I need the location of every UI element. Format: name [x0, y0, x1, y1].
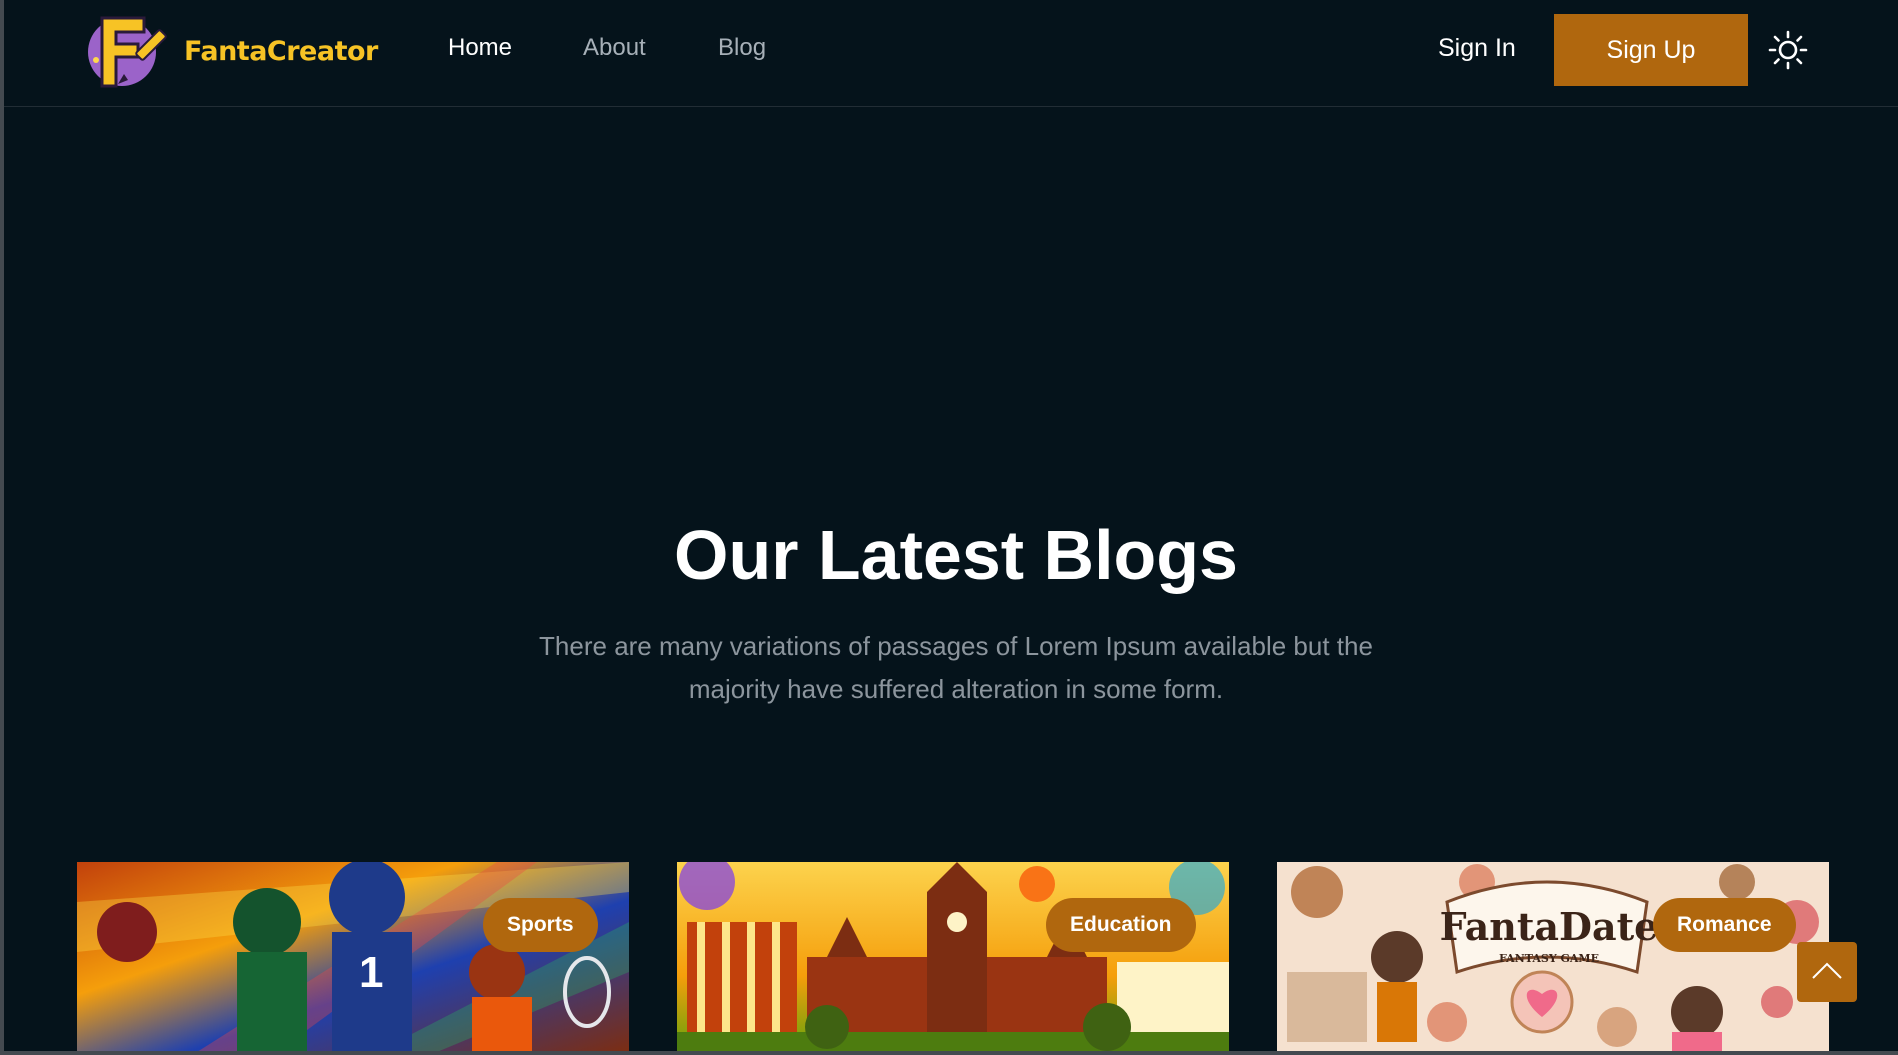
image-subtitle-text: FANTASY GAME — [1499, 952, 1599, 965]
nav-blog-link[interactable]: Blog — [718, 34, 766, 62]
scroll-to-top-button[interactable] — [1797, 942, 1857, 1002]
chevron-up-icon — [1812, 962, 1842, 979]
blog-card-romance[interactable]: FantaDate FANTASY GAME Romance — [1277, 862, 1829, 1051]
svg-text:1: 1 — [359, 948, 383, 997]
theme-toggle-button[interactable] — [1768, 30, 1808, 70]
sign-up-button[interactable]: Sign Up — [1554, 14, 1748, 86]
blog-card-education[interactable]: Education — [677, 862, 1229, 1051]
blog-card-sports[interactable]: 1 Sports — [77, 862, 629, 1051]
logo-icon — [88, 16, 167, 88]
sign-in-link[interactable]: Sign In — [1438, 34, 1516, 63]
sun-icon — [1768, 30, 1808, 70]
site-header: FantaCreator Home About Blog Sign In Sig… — [4, 0, 1898, 107]
sports-collage-image: 1 — [77, 862, 629, 1051]
brand-logo[interactable]: FantaCreator — [82, 10, 378, 92]
brand-name: FantaCreator — [184, 35, 378, 67]
category-badge: Romance — [1653, 898, 1796, 952]
blogs-section-subtitle: There are many variations of passages of… — [539, 631, 1373, 704]
fantadate-collage-image: FantaDate FANTASY GAME — [1277, 862, 1829, 1051]
category-badge: Sports — [483, 898, 598, 952]
university-campus-image — [677, 862, 1229, 1051]
image-title-text: FantaDate — [1440, 904, 1659, 949]
page-frame: FantaCreator Home About Blog Sign In Sig… — [0, 0, 1898, 1055]
blogs-section-title: Our Latest Blogs — [674, 516, 1238, 594]
nav-home-link[interactable]: Home — [448, 34, 512, 62]
category-badge: Education — [1046, 898, 1196, 952]
nav-about-link[interactable]: About — [583, 34, 646, 62]
